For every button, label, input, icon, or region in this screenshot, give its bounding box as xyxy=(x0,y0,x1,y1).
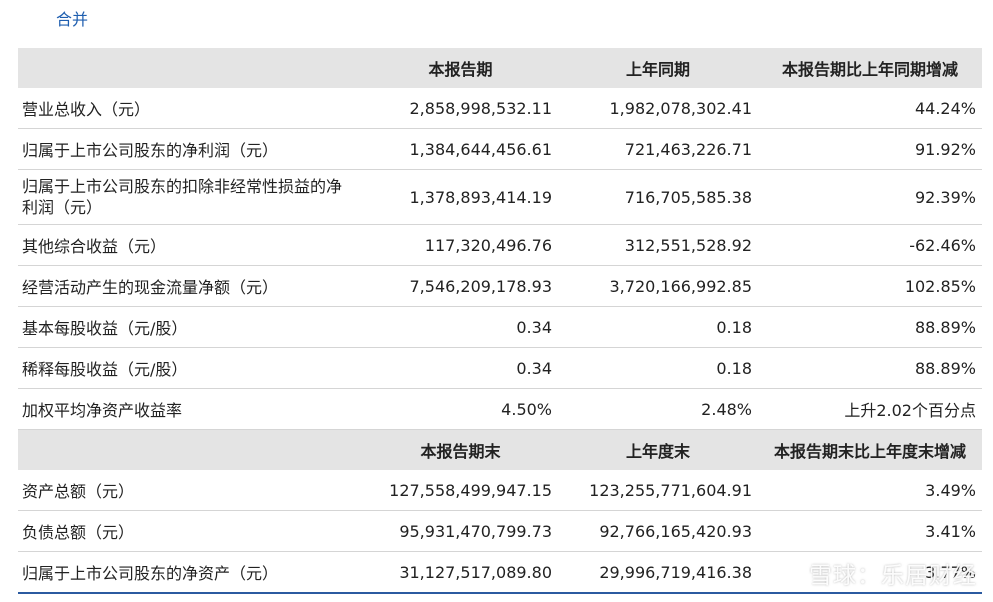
header-cell: 本报告期 xyxy=(363,48,558,88)
cell-value: 29,996,719,416.38 xyxy=(558,551,758,594)
cell-value: 4.50% xyxy=(363,388,558,430)
cell-value: 102.85% xyxy=(758,265,982,307)
row-label: 经营活动产生的现金流量净额（元） xyxy=(18,265,363,307)
row-label: 营业总收入（元） xyxy=(18,88,363,129)
table-row: 稀释每股收益（元/股） 0.34 0.18 88.89% xyxy=(18,347,982,389)
table-row: 资产总额（元） 127,558,499,947.15 123,255,771,6… xyxy=(18,470,982,511)
table-row: 归属于上市公司股东的扣除非经常性损益的净利润（元） 1,378,893,414.… xyxy=(18,169,982,225)
cell-value: 2,858,998,532.11 xyxy=(363,88,558,129)
cell-value: 312,551,528.92 xyxy=(558,224,758,266)
cell-value: 92,766,165,420.93 xyxy=(558,510,758,552)
section-title: 合并 xyxy=(56,10,89,29)
cell-value: -62.46% xyxy=(758,224,982,266)
cell-value: 127,558,499,947.15 xyxy=(363,470,558,511)
row-label: 归属于上市公司股东的扣除非经常性损益的净利润（元） xyxy=(18,169,363,225)
cell-value: 31,127,517,089.80 xyxy=(363,551,558,594)
table-row: 归属于上市公司股东的净利润（元） 1,384,644,456.61 721,46… xyxy=(18,128,982,170)
cell-value: 716,705,585.38 xyxy=(558,169,758,225)
cell-value: 7,546,209,178.93 xyxy=(363,265,558,307)
header-cell xyxy=(18,429,363,470)
row-label: 负债总额（元） xyxy=(18,510,363,552)
cell-value: 3.49% xyxy=(758,470,982,511)
watermark: 雪球：乐居财经 xyxy=(809,563,977,589)
cell-value: 1,384,644,456.61 xyxy=(363,128,558,170)
cell-value: 3.41% xyxy=(758,510,982,552)
financial-table: 本报告期 上年同期 本报告期比上年同期增减 营业总收入（元） 2,858,998… xyxy=(18,48,982,594)
header-cell: 本报告期末 xyxy=(363,429,558,470)
table-row: 基本每股收益（元/股） 0.34 0.18 88.89% xyxy=(18,306,982,348)
table-header: 本报告期 上年同期 本报告期比上年同期增减 xyxy=(18,48,982,88)
header-cell: 本报告期末比上年度末增减 xyxy=(758,429,982,470)
cell-value: 上升2.02个百分点 xyxy=(758,388,982,430)
header-cell: 上年同期 xyxy=(558,48,758,88)
header-cell: 上年度末 xyxy=(558,429,758,470)
table-row: 其他综合收益（元） 117,320,496.76 312,551,528.92 … xyxy=(18,224,982,266)
cell-value: 1,378,893,414.19 xyxy=(363,169,558,225)
cell-value: 88.89% xyxy=(758,306,982,348)
cell-value: 1,982,078,302.41 xyxy=(558,88,758,129)
table-row: 营业总收入（元） 2,858,998,532.11 1,982,078,302.… xyxy=(18,88,982,129)
row-label: 归属于上市公司股东的净资产（元） xyxy=(18,551,363,594)
table-row: 经营活动产生的现金流量净额（元） 7,546,209,178.93 3,720,… xyxy=(18,265,982,307)
table-row: 负债总额（元） 95,931,470,799.73 92,766,165,420… xyxy=(18,510,982,552)
cell-value: 88.89% xyxy=(758,347,982,389)
row-label: 加权平均净资产收益率 xyxy=(18,388,363,430)
header-cell xyxy=(18,48,363,88)
row-label: 稀释每股收益（元/股） xyxy=(18,347,363,389)
row-label: 基本每股收益（元/股） xyxy=(18,306,363,348)
table-row: 加权平均净资产收益率 4.50% 2.48% 上升2.02个百分点 xyxy=(18,388,982,430)
cell-value: 123,255,771,604.91 xyxy=(558,470,758,511)
cell-value: 0.34 xyxy=(363,347,558,389)
table-header: 本报告期末 上年度末 本报告期末比上年度末增减 xyxy=(18,429,982,470)
header-cell: 本报告期比上年同期增减 xyxy=(758,48,982,88)
cell-value: 95,931,470,799.73 xyxy=(363,510,558,552)
cell-value: 91.92% xyxy=(758,128,982,170)
row-label: 归属于上市公司股东的净利润（元） xyxy=(18,128,363,170)
cell-value: 44.24% xyxy=(758,88,982,129)
row-label: 资产总额（元） xyxy=(18,470,363,511)
cell-value: 117,320,496.76 xyxy=(363,224,558,266)
cell-value: 3,720,166,992.85 xyxy=(558,265,758,307)
cell-value: 721,463,226.71 xyxy=(558,128,758,170)
row-label: 其他综合收益（元） xyxy=(18,224,363,266)
cell-value: 0.18 xyxy=(558,306,758,348)
cell-value: 0.34 xyxy=(363,306,558,348)
cell-value: 92.39% xyxy=(758,169,982,225)
cell-value: 2.48% xyxy=(558,388,758,430)
cell-value: 0.18 xyxy=(558,347,758,389)
